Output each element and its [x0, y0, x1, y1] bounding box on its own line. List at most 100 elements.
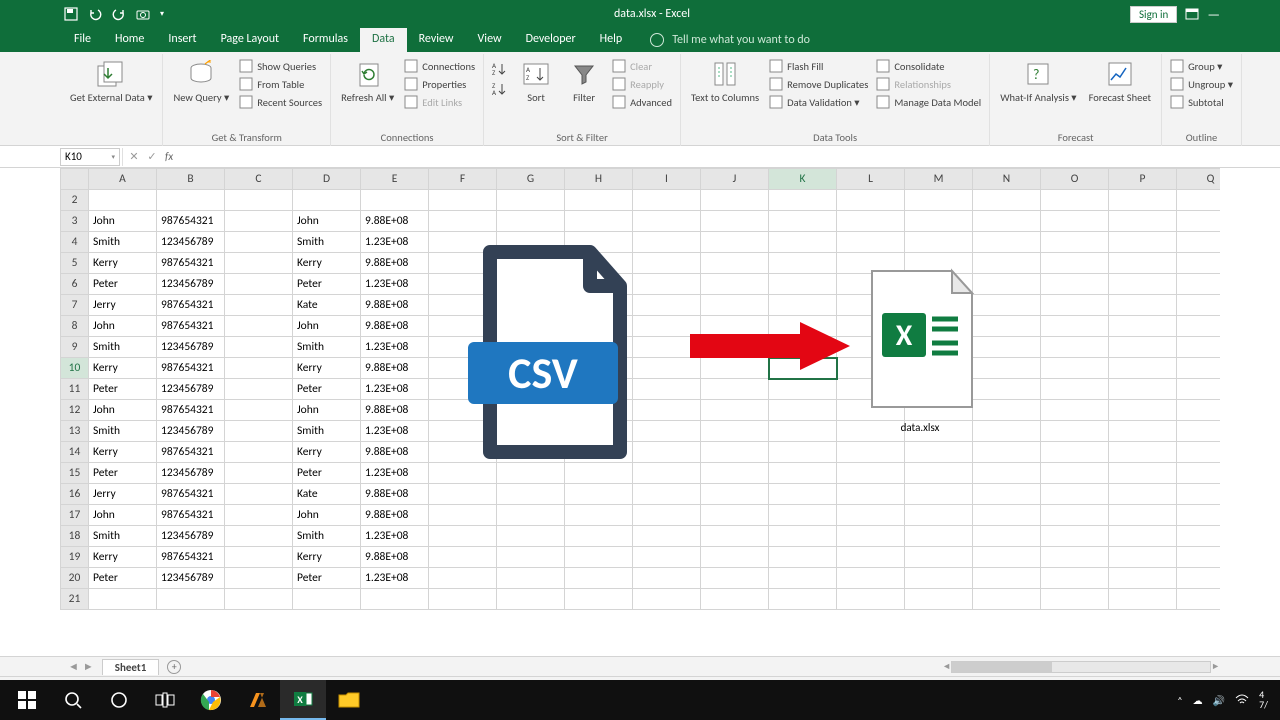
cell-P15[interactable]: [1109, 463, 1177, 484]
cell-C7[interactable]: [225, 295, 293, 316]
cell-O13[interactable]: [1041, 421, 1109, 442]
row-header-3[interactable]: 3: [61, 211, 89, 232]
sheet-prev-icon[interactable]: ◄: [68, 660, 79, 673]
cell-N4[interactable]: [973, 232, 1041, 253]
cell-N6[interactable]: [973, 274, 1041, 295]
cell-M19[interactable]: [905, 547, 973, 568]
cell-G16[interactable]: [497, 484, 565, 505]
cell-D17[interactable]: John: [293, 505, 361, 526]
cell-J11[interactable]: [701, 379, 769, 400]
cell-B21[interactable]: [157, 589, 225, 610]
cell-O18[interactable]: [1041, 526, 1109, 547]
cell-N10[interactable]: [973, 358, 1041, 379]
col-header-E[interactable]: E: [361, 169, 429, 190]
row-header-19[interactable]: 19: [61, 547, 89, 568]
cell-B14[interactable]: 987654321: [157, 442, 225, 463]
cell-N17[interactable]: [973, 505, 1041, 526]
tray-up-icon[interactable]: ˄: [1177, 694, 1182, 707]
cell-Q17[interactable]: [1177, 505, 1221, 526]
cell-E3[interactable]: 9.88E+08: [361, 211, 429, 232]
col-header-A[interactable]: A: [89, 169, 157, 190]
cell-O20[interactable]: [1041, 568, 1109, 589]
cell-D5[interactable]: Kerry: [293, 253, 361, 274]
cell-O6[interactable]: [1041, 274, 1109, 295]
cell-A12[interactable]: John: [89, 400, 157, 421]
tab-file[interactable]: File: [62, 28, 103, 52]
cell-F11[interactable]: [429, 379, 497, 400]
cell-A21[interactable]: [89, 589, 157, 610]
sheet-tab[interactable]: Sheet1: [102, 659, 160, 675]
cell-F19[interactable]: [429, 547, 497, 568]
tab-review[interactable]: Review: [407, 28, 466, 52]
cell-N5[interactable]: [973, 253, 1041, 274]
cell-K20[interactable]: [769, 568, 837, 589]
tab-insert[interactable]: Insert: [156, 28, 208, 52]
cell-I17[interactable]: [633, 505, 701, 526]
cell-H8[interactable]: [565, 316, 633, 337]
row-header-6[interactable]: 6: [61, 274, 89, 295]
cell-I6[interactable]: [633, 274, 701, 295]
cell-I19[interactable]: [633, 547, 701, 568]
cell-M12[interactable]: [905, 400, 973, 421]
cell-G10[interactable]: [497, 358, 565, 379]
cell-J20[interactable]: [701, 568, 769, 589]
cell-Q18[interactable]: [1177, 526, 1221, 547]
cell-E12[interactable]: 9.88E+08: [361, 400, 429, 421]
cell-B16[interactable]: 987654321: [157, 484, 225, 505]
col-header-F[interactable]: F: [429, 169, 497, 190]
cell-B8[interactable]: 987654321: [157, 316, 225, 337]
cell-H21[interactable]: [565, 589, 633, 610]
spreadsheet-grid[interactable]: ABCDEFGHIJKLMNOPQ23John987654321John9.88…: [60, 168, 1220, 610]
cell-P6[interactable]: [1109, 274, 1177, 295]
cell-F2[interactable]: [429, 190, 497, 211]
cell-J17[interactable]: [701, 505, 769, 526]
cell-N21[interactable]: [973, 589, 1041, 610]
cell-I14[interactable]: [633, 442, 701, 463]
cortana-icon[interactable]: [96, 680, 142, 720]
cell-L21[interactable]: [837, 589, 905, 610]
cell-G20[interactable]: [497, 568, 565, 589]
cell-B2[interactable]: [157, 190, 225, 211]
cell-D11[interactable]: Peter: [293, 379, 361, 400]
cell-P18[interactable]: [1109, 526, 1177, 547]
cell-O8[interactable]: [1041, 316, 1109, 337]
cell-M17[interactable]: [905, 505, 973, 526]
cell-A7[interactable]: Jerry: [89, 295, 157, 316]
cell-M18[interactable]: [905, 526, 973, 547]
chrome-icon[interactable]: [188, 680, 234, 720]
cell-G12[interactable]: [497, 400, 565, 421]
cell-Q6[interactable]: [1177, 274, 1221, 295]
cell-L19[interactable]: [837, 547, 905, 568]
cell-M11[interactable]: [905, 379, 973, 400]
recent-sources-button[interactable]: Recent Sources: [237, 94, 324, 110]
sort-az-button[interactable]: AZ: [490, 60, 510, 78]
cell-L14[interactable]: [837, 442, 905, 463]
cell-O12[interactable]: [1041, 400, 1109, 421]
row-header-7[interactable]: 7: [61, 295, 89, 316]
cell-E5[interactable]: 9.88E+08: [361, 253, 429, 274]
cell-C4[interactable]: [225, 232, 293, 253]
col-header-C[interactable]: C: [225, 169, 293, 190]
cell-F15[interactable]: [429, 463, 497, 484]
col-header-N[interactable]: N: [973, 169, 1041, 190]
cell-E15[interactable]: 1.23E+08: [361, 463, 429, 484]
cell-I7[interactable]: [633, 295, 701, 316]
cell-P13[interactable]: [1109, 421, 1177, 442]
cell-K10[interactable]: [769, 358, 837, 379]
cell-G6[interactable]: [497, 274, 565, 295]
sort-za-button[interactable]: ZA: [490, 80, 510, 98]
col-header-J[interactable]: J: [701, 169, 769, 190]
cell-O19[interactable]: [1041, 547, 1109, 568]
cell-I8[interactable]: [633, 316, 701, 337]
cell-H17[interactable]: [565, 505, 633, 526]
cell-L2[interactable]: [837, 190, 905, 211]
cell-H5[interactable]: [565, 253, 633, 274]
cell-C9[interactable]: [225, 337, 293, 358]
cell-A17[interactable]: John: [89, 505, 157, 526]
cell-D6[interactable]: Peter: [293, 274, 361, 295]
cell-J15[interactable]: [701, 463, 769, 484]
row-header-10[interactable]: 10: [61, 358, 89, 379]
cell-C8[interactable]: [225, 316, 293, 337]
cell-B19[interactable]: 987654321: [157, 547, 225, 568]
cell-P3[interactable]: [1109, 211, 1177, 232]
